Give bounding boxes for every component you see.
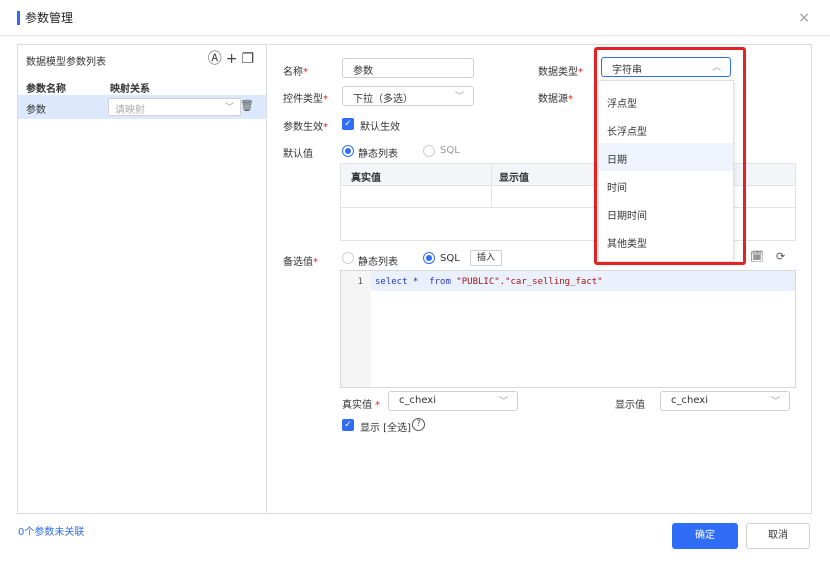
sql-star: * (407, 277, 430, 287)
dialog-title-bar: 参数管理 × (0, 0, 830, 36)
effect-label: 参数生效* (283, 122, 328, 133)
param-list-toolbar: Ⓐ+❐ (208, 48, 258, 68)
at-icon[interactable]: Ⓐ (208, 51, 226, 67)
datatype-label: 数据类型* (538, 67, 583, 78)
display-value-selected: c_chexi (671, 395, 709, 406)
control-type-label: 控件类型* (283, 94, 328, 105)
sql-editor[interactable]: 1 select * from "PUBLIC"."car_selling_fa… (340, 270, 796, 388)
sql-schema: "PUBLIC". (450, 277, 506, 287)
refresh-icon[interactable]: ⟳ (776, 250, 785, 263)
trash-icon[interactable]: 🗑 (240, 99, 254, 112)
param-manage-dialog: 参数管理 × 数据模型参数列表 Ⓐ+❐ 参数名称 映射关系 参数 请映射 ﹀ 🗑… (0, 0, 830, 564)
insert-button[interactable]: 插入 (470, 250, 503, 266)
alt-value-label: 备选值* (283, 257, 318, 268)
default-sql-text: SQL (440, 145, 460, 156)
default-value-label: 默认值 (283, 149, 313, 160)
col-display-value: 显示值 (499, 173, 529, 184)
chevron-down-icon: ﹀ (224, 103, 234, 113)
close-icon[interactable]: × (798, 10, 810, 26)
real-value-selected: c_chexi (399, 395, 437, 406)
chevron-down-icon: ﹀ (770, 397, 780, 407)
table-column-divider (491, 164, 492, 208)
title-accent-bar (17, 11, 20, 25)
default-static-radio[interactable] (342, 145, 354, 157)
default-effect-text: 默认生效 (360, 122, 400, 133)
name-value: 参数 (353, 66, 373, 77)
copy-icon[interactable]: ❐ (241, 51, 258, 67)
control-type-value: 下拉（多选） (353, 94, 413, 105)
help-icon[interactable]: ? (412, 418, 425, 431)
default-sql-radio[interactable] (423, 145, 435, 157)
sql-table-name: "car_selling_fact" (505, 277, 603, 287)
alt-sql-text: SQL (440, 253, 460, 264)
real-value-select[interactable]: c_chexi ﹀ (388, 391, 518, 411)
show-all-text: 显示 [全选] (360, 423, 411, 434)
chevron-down-icon: ﹀ (498, 397, 508, 407)
alt-sql-radio[interactable] (423, 252, 435, 264)
cancel-button[interactable]: 取消 (746, 523, 810, 549)
col-mapping: 映射关系 (110, 84, 150, 95)
param-row[interactable]: 参数 请映射 ﹀ 🗑 (18, 95, 266, 119)
col-real-value: 真实值 (351, 173, 381, 184)
alt-static-radio[interactable] (342, 252, 354, 264)
ok-button[interactable]: 确定 (672, 523, 738, 549)
sql-keyword-from: from (429, 277, 451, 287)
default-static-text: 静态列表 (358, 149, 398, 160)
show-all-checkbox[interactable]: ✓ (342, 419, 354, 431)
plus-icon[interactable]: + (226, 51, 242, 67)
highlight-box (594, 47, 746, 265)
alt-static-text: 静态列表 (358, 257, 398, 268)
editor-gutter: 1 (341, 271, 371, 387)
line-number: 1 (357, 277, 363, 287)
real-value-label: 真实值 * (342, 400, 381, 411)
default-effect-checkbox[interactable]: ✓ (342, 118, 354, 130)
mapping-placeholder: 请映射 (115, 105, 145, 116)
col-param-name: 参数名称 (26, 84, 66, 95)
name-label: 名称* (283, 67, 308, 78)
param-list-title: 数据模型参数列表 (26, 57, 106, 68)
dialog-title: 参数管理 (25, 11, 74, 25)
param-list-panel: 数据模型参数列表 Ⓐ+❐ 参数名称 映射关系 参数 请映射 ﹀ 🗑 (17, 44, 267, 514)
unlinked-count[interactable]: 0个参数未关联 (18, 523, 84, 538)
param-row-name: 参数 (26, 105, 46, 116)
chevron-down-icon: ﹀ (454, 92, 464, 102)
display-value-label: 显示值 (615, 400, 645, 411)
sql-code-line[interactable]: select * from "PUBLIC"."car_selling_fact… (375, 277, 603, 287)
name-input[interactable]: 参数 (342, 58, 474, 78)
mapping-select[interactable]: 请映射 ﹀ (108, 98, 241, 116)
calendar-icon[interactable]: 🗓 (750, 250, 764, 263)
sql-keyword-select: select (375, 277, 408, 287)
datasource-label: 数据源* (538, 94, 573, 105)
control-type-select[interactable]: 下拉（多选） ﹀ (342, 86, 474, 106)
display-value-select[interactable]: c_chexi ﹀ (660, 391, 790, 411)
param-list-header: 参数名称 映射关系 (18, 77, 266, 95)
